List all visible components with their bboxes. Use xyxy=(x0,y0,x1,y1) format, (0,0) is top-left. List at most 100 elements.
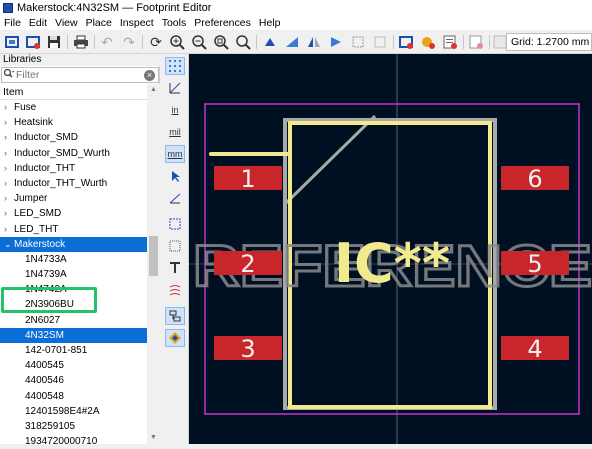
chevron-right-icon[interactable]: › xyxy=(4,115,14,130)
footprint-drawing: REFERENCE 1 2 3 6 5 4 IC** xyxy=(189,54,592,444)
library-icon[interactable] xyxy=(24,33,42,51)
pad-outline-icon[interactable] xyxy=(165,215,185,233)
menu-view[interactable]: View xyxy=(51,17,82,29)
cursor-icon[interactable] xyxy=(165,167,185,185)
library-item[interactable]: › Inductor_THT_Wurth xyxy=(0,176,147,191)
zoom-selection-icon[interactable] xyxy=(234,33,252,51)
left-toolbar: in mil mm xyxy=(161,54,189,444)
footprint-item[interactable]: 1N4739A xyxy=(0,267,147,282)
footprint-item[interactable]: 1N4733A xyxy=(0,252,147,267)
menu-tools[interactable]: Tools xyxy=(158,17,191,29)
library-item[interactable]: › Inductor_THT xyxy=(0,161,147,176)
library-item[interactable]: › Inductor_SMD_Wurth xyxy=(0,146,147,161)
libraries-panel: Libraries × Item ›Fuse›Heatsink›Inductor… xyxy=(0,54,160,447)
tree-item-label: Heatsink xyxy=(14,117,53,129)
pad-icon[interactable] xyxy=(349,33,367,51)
check-icon[interactable] xyxy=(397,33,415,51)
grid-select[interactable]: Grid: 1.2700 mm (0.05 xyxy=(506,33,592,51)
zoom-out-icon[interactable] xyxy=(190,33,208,51)
tree-item-label: 4400546 xyxy=(25,375,64,387)
pad-3-label: 3 xyxy=(240,335,255,363)
properties-icon[interactable] xyxy=(327,33,345,51)
menu-place[interactable]: Place xyxy=(82,17,116,29)
mirror-icon[interactable] xyxy=(283,33,301,51)
load-icon[interactable] xyxy=(419,33,437,51)
tree-item-label: 4400545 xyxy=(25,360,64,372)
menu-edit[interactable]: Edit xyxy=(25,17,51,29)
footprint-item[interactable]: 1934720000710 xyxy=(0,434,147,449)
highlight-icon[interactable] xyxy=(165,281,185,299)
chevron-right-icon[interactable]: › xyxy=(4,206,14,221)
footprint-item[interactable]: 142-0701-851 xyxy=(0,343,147,358)
library-item[interactable]: › Heatsink xyxy=(0,115,147,130)
chevron-right-icon[interactable]: › xyxy=(4,130,14,145)
footprint-item[interactable]: 4400548 xyxy=(0,389,147,404)
mm-icon[interactable]: mm xyxy=(165,145,185,163)
menu-inspect[interactable]: Inspect xyxy=(116,17,158,29)
text-outline-icon[interactable] xyxy=(165,259,185,277)
undo-icon[interactable]: ↶ xyxy=(98,33,116,51)
save-board-icon[interactable] xyxy=(441,33,459,51)
scroll-up-icon[interactable]: ▲ xyxy=(147,84,160,96)
chevron-right-icon[interactable]: › xyxy=(4,100,14,115)
zoom-fit-icon[interactable] xyxy=(212,33,230,51)
inch-icon[interactable]: in xyxy=(165,101,185,119)
library-item[interactable]: › Inductor_SMD xyxy=(0,130,147,145)
save-icon[interactable] xyxy=(45,33,63,51)
value-text: IC** xyxy=(334,232,450,295)
graphic-outline-icon[interactable] xyxy=(165,237,185,255)
mil-icon[interactable]: mil xyxy=(165,123,185,141)
chevron-down-icon[interactable]: ⌄ xyxy=(4,237,14,252)
chevron-right-icon[interactable]: › xyxy=(4,191,14,206)
main-toolbar: ↶ ↷ ⟳ xyxy=(0,30,592,54)
board-icon[interactable] xyxy=(371,33,389,51)
menu-help[interactable]: Help xyxy=(255,17,285,29)
chevron-right-icon[interactable]: › xyxy=(4,176,14,191)
zoom-in-icon[interactable] xyxy=(168,33,186,51)
library-item[interactable]: › Jumper xyxy=(0,191,147,206)
clear-filter-icon[interactable]: × xyxy=(144,70,155,81)
footprint-wizard-icon[interactable] xyxy=(467,33,485,51)
chevron-right-icon[interactable]: › xyxy=(4,146,14,161)
app-icon xyxy=(3,3,13,13)
library-item[interactable]: › LED_SMD xyxy=(0,206,147,221)
footprint-item[interactable]: 4N32SM xyxy=(0,327,147,343)
menu-preferences[interactable]: Preferences xyxy=(190,17,255,29)
tree-item-label: 1934720000710 xyxy=(25,436,98,448)
footprint-item[interactable]: 2N6027 xyxy=(0,313,147,328)
scroll-down-icon[interactable]: ▼ xyxy=(147,432,160,444)
footprint-item[interactable]: 318259105 xyxy=(0,419,147,434)
library-scrollbar[interactable]: ▲ ▼ xyxy=(147,84,160,444)
redo-icon[interactable]: ↷ xyxy=(120,33,138,51)
footprint-canvas[interactable]: REFERENCE 1 2 3 6 5 4 IC** xyxy=(189,54,592,444)
library-item[interactable]: › Fuse xyxy=(0,100,147,115)
filter-input[interactable] xyxy=(16,69,138,81)
tree-item-label: 4400548 xyxy=(25,390,64,402)
refresh-icon[interactable]: ⟳ xyxy=(147,33,165,51)
appearance-icon[interactable] xyxy=(165,329,185,347)
angle-icon[interactable] xyxy=(165,189,185,207)
menu-bar: File Edit View Place Inspect Tools Prefe… xyxy=(0,16,592,30)
library-item[interactable]: ⌄ Makerstock xyxy=(0,236,147,252)
flip-icon[interactable] xyxy=(305,33,323,51)
pad-4-label: 4 xyxy=(527,335,542,363)
tree-item-label: 1N4733A xyxy=(25,253,67,265)
footprint-item[interactable]: 4400545 xyxy=(0,358,147,373)
library-item[interactable]: › LED_THT xyxy=(0,222,147,237)
rotate-icon[interactable] xyxy=(261,33,279,51)
chevron-right-icon[interactable]: › xyxy=(4,222,14,237)
grid-icon[interactable] xyxy=(165,57,185,75)
tree-item-label: Makerstock xyxy=(14,238,66,250)
footprint-item[interactable]: 4400546 xyxy=(0,373,147,388)
new-footprint-icon[interactable] xyxy=(3,33,21,51)
polar-icon[interactable] xyxy=(165,79,185,97)
column-header-item[interactable]: Item xyxy=(0,84,147,100)
footprint-item[interactable]: 12401598E4#2A xyxy=(0,404,147,419)
chevron-right-icon[interactable]: › xyxy=(4,161,14,176)
print-icon[interactable] xyxy=(72,33,90,51)
layers-icon[interactable] xyxy=(165,307,185,325)
search-icon xyxy=(2,68,16,82)
scroll-thumb[interactable] xyxy=(149,236,158,276)
tree-item-label: 12401598E4#2A xyxy=(25,405,100,417)
menu-file[interactable]: File xyxy=(0,17,25,29)
